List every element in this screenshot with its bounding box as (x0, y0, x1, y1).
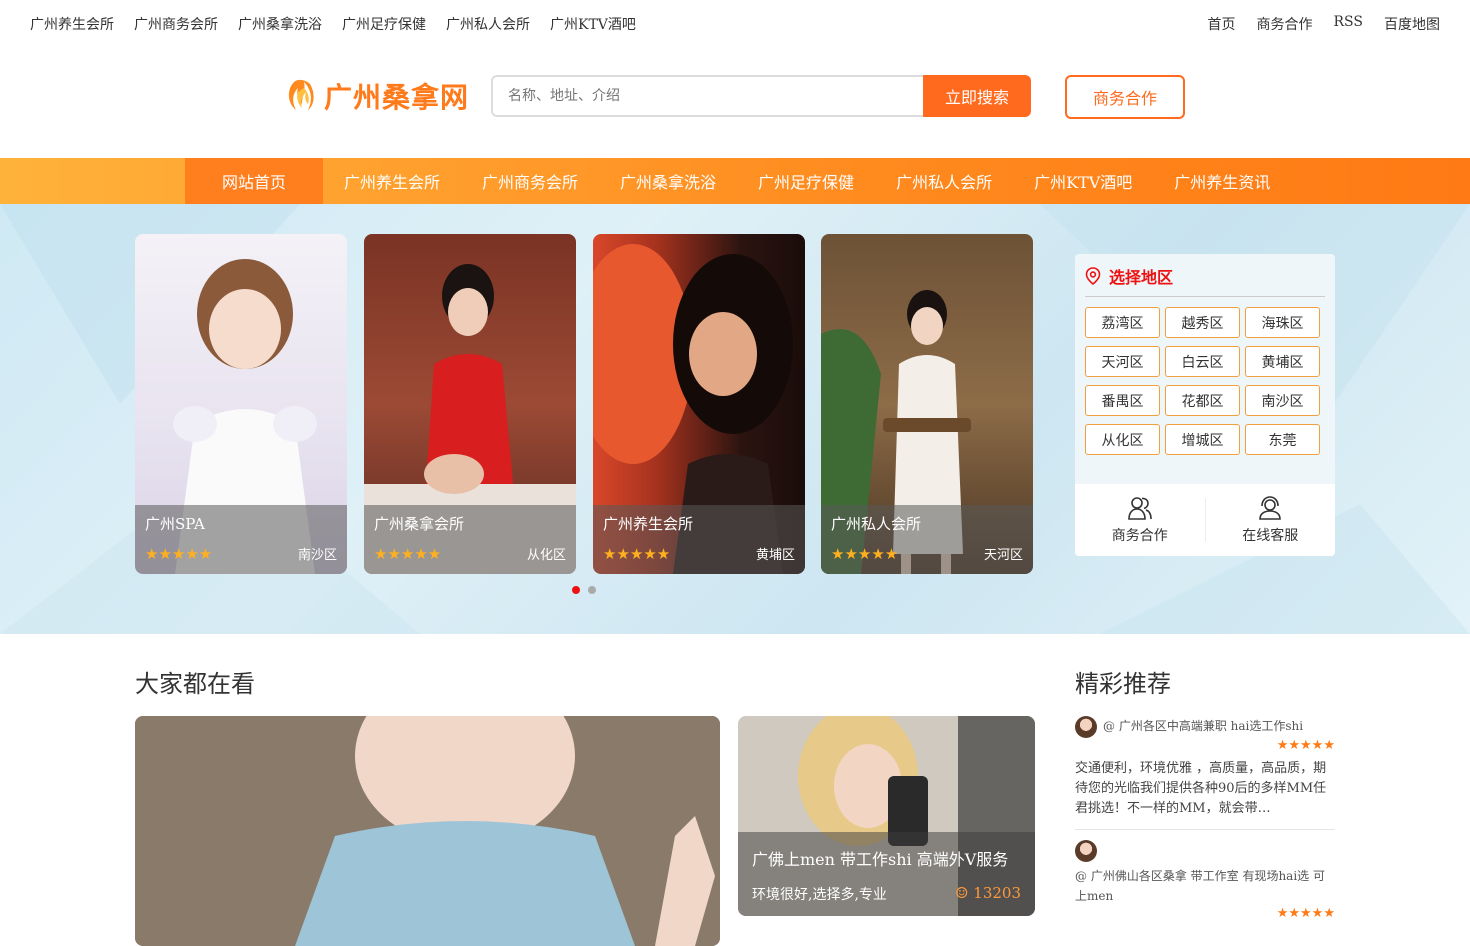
recommend-item[interactable]: @ 广州佛山各区桑拿 带工作室 有现场hai选 可上men ★★★★★ (1075, 840, 1335, 931)
district-yuexiu[interactable]: 越秀区 (1165, 307, 1240, 338)
recommend-item-name: @ 广州佛山各区桑拿 带工作室 有现场hai选 可上men (1075, 869, 1325, 903)
logo-text: 广州桑拿网 (324, 81, 470, 114)
rating-stars-icon: ★★★★★ (831, 544, 899, 563)
card-area: 天河区 (983, 548, 1023, 563)
district-tianhe[interactable]: 天河区 (1085, 346, 1160, 377)
small-card-desc: 环境很好,选择多,专业 (752, 887, 887, 903)
top-link-siren[interactable]: 广州私人会所 (446, 14, 530, 34)
district-zengcheng[interactable]: 增城区 (1165, 424, 1240, 455)
rating-stars-icon: ★★★★★ (1276, 738, 1335, 753)
view-count-value: 13203 (973, 884, 1021, 902)
district-haizhu[interactable]: 海珠区 (1245, 307, 1320, 338)
top-link-sangna[interactable]: 广州桑拿洗浴 (238, 14, 322, 34)
main-nav: 网站首页 广州养生会所 广州商务会所 广州桑拿洗浴 广州足疗保健 广州私人会所 … (0, 158, 1470, 204)
carousel-dots (572, 586, 596, 594)
carousel-dot-active[interactable] (572, 586, 580, 594)
avatar (1075, 840, 1097, 862)
small-card-overlay: 广佛上men 带工作shi 高端外V服务 环境很好,选择多,专业 ☺ 13203 (738, 832, 1035, 916)
card-overlay: 广州养生会所 ★★★★★ 黄埔区 (593, 505, 805, 574)
recommend-section-title: 精彩推荐 (1075, 670, 1171, 698)
carousel-card[interactable]: 广州桑拿会所 ★★★★★ 从化区 (364, 234, 576, 574)
district-baiyun[interactable]: 白云区 (1165, 346, 1240, 377)
top-link-sitemap[interactable]: 百度地图 (1384, 14, 1440, 34)
carousel-card[interactable]: 广州私人会所 ★★★★★ 天河区 (821, 234, 1033, 574)
nav-item-news[interactable]: 广州养生资讯 (1153, 158, 1291, 204)
top-link-yangsheng[interactable]: 广州养生会所 (30, 14, 114, 34)
region-header: 选择地区 (1085, 254, 1325, 297)
top-link-shangwu[interactable]: 广州商务会所 (134, 14, 218, 34)
nav-item-shangwu[interactable]: 广州商务会所 (461, 158, 599, 204)
card-area: 从化区 (526, 548, 566, 563)
carousel-card[interactable]: 广州SPA ★★★★★ 南沙区 (135, 234, 347, 574)
big-card-image (135, 716, 720, 946)
card-area: 南沙区 (297, 548, 337, 563)
rating-stars-icon: ★★★★★ (145, 544, 213, 563)
top-right-links: 首页 商务合作 RSS 百度地图 (1208, 14, 1440, 34)
card-area: 黄埔区 (755, 548, 795, 563)
nav-item-yangsheng[interactable]: 广州养生会所 (323, 158, 461, 204)
top-link-zuliao[interactable]: 广州足疗保健 (342, 14, 426, 34)
nav-item-siren[interactable]: 广州私人会所 (875, 158, 1013, 204)
hero-banner: 广州SPA ★★★★★ 南沙区 广州桑拿会所 ★★★★★ 从化区 广州养生会所 … (0, 204, 1470, 634)
recommend-list: @ 广州各区中高端兼职 hai选工作shi ★★★★★ 交通便利，环境优雅 ，高… (1075, 716, 1335, 941)
top-left-links: 广州养生会所 广州商务会所 广州桑拿洗浴 广州足疗保健 广州私人会所 广州KTV… (30, 14, 636, 34)
avatar (1075, 716, 1097, 738)
rating-stars-icon: ★★★★★ (374, 544, 442, 563)
recommend-item[interactable]: @ 广州各区中高端兼职 hai选工作shi ★★★★★ 交通便利，环境优雅 ，高… (1075, 716, 1335, 830)
header: 广州桑拿网 立即搜索 商务合作 (0, 48, 1470, 158)
card-title: 广州私人会所 (831, 515, 922, 533)
search-input[interactable] (491, 75, 923, 117)
region-footer: 商务合作 在线客服 (1075, 484, 1335, 556)
online-service-link[interactable]: 在线客服 (1206, 484, 1336, 556)
recommend-item-desc: 交通便利，环境优雅 ，高质量，高品质，期待您的光临我们提供各种90后的多样MM任… (1075, 761, 1327, 816)
business-cooperation-button[interactable]: 商务合作 (1065, 75, 1185, 119)
featured-big-card[interactable] (135, 716, 720, 946)
district-conghua[interactable]: 从化区 (1085, 424, 1160, 455)
users-icon (1127, 497, 1152, 520)
district-huangpu[interactable]: 黄埔区 (1245, 346, 1320, 377)
card-overlay: 广州私人会所 ★★★★★ 天河区 (821, 505, 1033, 574)
district-dongguan[interactable]: 东莞 (1245, 424, 1320, 455)
small-card-title: 广佛上men 带工作shi 高端外V服务 (752, 850, 1009, 869)
top-link-home[interactable]: 首页 (1208, 14, 1236, 34)
card-overlay: 广州SPA ★★★★★ 南沙区 (135, 505, 347, 574)
region-title: 选择地区 (1109, 268, 1174, 287)
users-icon: ☺ (955, 884, 969, 902)
site-logo[interactable]: 广州桑拿网 (284, 76, 469, 116)
popular-section-title: 大家都在看 (135, 670, 255, 698)
district-huadu[interactable]: 花都区 (1165, 385, 1240, 416)
rating-stars-icon: ★★★★★ (1276, 906, 1335, 921)
search-button[interactable]: 立即搜索 (923, 75, 1031, 117)
carousel-card[interactable]: 广州养生会所 ★★★★★ 黄埔区 (593, 234, 805, 574)
biz-cooperation-link[interactable]: 商务合作 (1075, 484, 1205, 556)
customer-service-icon (1259, 496, 1282, 520)
biz-cooperation-label: 商务合作 (1111, 528, 1168, 544)
district-liwan[interactable]: 荔湾区 (1085, 307, 1160, 338)
nav-item-home[interactable]: 网站首页 (185, 158, 323, 204)
search-bar: 立即搜索 (491, 75, 1031, 117)
top-link-ktv[interactable]: 广州KTV酒吧 (550, 14, 636, 34)
top-link-biz[interactable]: 商务合作 (1257, 14, 1313, 34)
top-link-rss[interactable]: RSS (1334, 14, 1363, 34)
nav-item-zuliao[interactable]: 广州足疗保健 (737, 158, 875, 204)
rating-stars-icon: ★★★★★ (603, 544, 671, 563)
top-bar: 广州养生会所 广州商务会所 广州桑拿洗浴 广州足疗保健 广州私人会所 广州KTV… (0, 0, 1470, 48)
carousel-dot[interactable] (588, 586, 596, 594)
card-overlay: 广州桑拿会所 ★★★★★ 从化区 (364, 505, 576, 574)
card-title: 广州养生会所 (603, 515, 694, 533)
nav-item-ktv[interactable]: 广州KTV酒吧 (1013, 158, 1153, 204)
featured-small-card[interactable]: 广佛上men 带工作shi 高端外V服务 环境很好,选择多,专业 ☺ 13203 (738, 716, 1035, 916)
view-count: ☺ 13203 (955, 884, 1021, 904)
logo-flame-icon (284, 78, 316, 114)
region-selector: 选择地区 荔湾区 越秀区 海珠区 天河区 白云区 黄埔区 番禺区 花都区 南沙区… (1075, 254, 1335, 556)
recommend-item-name: @ 广州各区中高端兼职 hai选工作shi (1103, 719, 1304, 733)
card-title: 广州桑拿会所 (374, 515, 465, 533)
district-grid: 荔湾区 越秀区 海珠区 天河区 白云区 黄埔区 番禺区 花都区 南沙区 从化区 … (1075, 297, 1335, 465)
nav-item-sangna[interactable]: 广州桑拿洗浴 (599, 158, 737, 204)
card-title: 广州SPA (145, 515, 205, 533)
district-nansha[interactable]: 南沙区 (1245, 385, 1320, 416)
district-panyu[interactable]: 番禺区 (1085, 385, 1160, 416)
location-pin-icon (1085, 267, 1101, 285)
online-service-label: 在线客服 (1242, 528, 1299, 544)
